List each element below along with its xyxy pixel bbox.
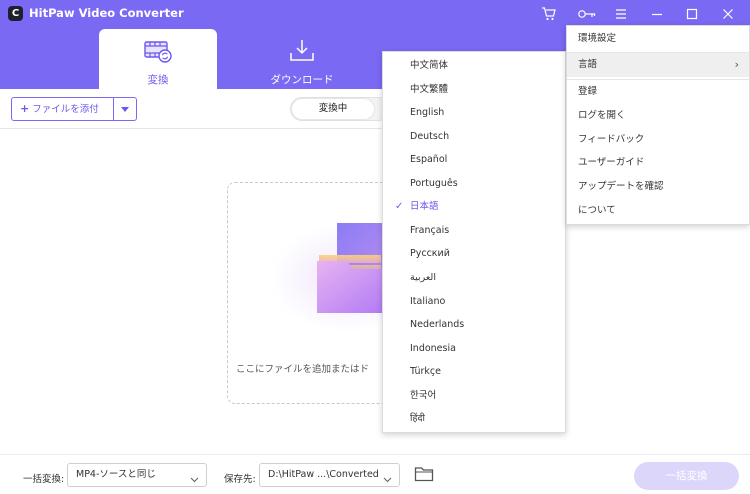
language-option[interactable]: العربية [383, 267, 565, 289]
app-title: HitPaw Video Converter [29, 6, 184, 20]
tab-convert[interactable]: 変換 [99, 29, 217, 89]
language-option[interactable]: Português [383, 173, 565, 195]
language-option[interactable]: Nederlands [383, 314, 565, 336]
menu-item-label: 言語 [578, 59, 598, 70]
chevron-down-icon [190, 471, 199, 486]
menu-item-register[interactable]: 登録 [567, 80, 749, 104]
download-tray-icon [287, 38, 317, 67]
menu-icon[interactable] [613, 6, 629, 22]
output-format-value: MP4-ソースと同じ [76, 469, 156, 480]
language-option[interactable]: Español [383, 149, 565, 171]
add-file-button[interactable]: + ファイルを添付 [12, 98, 113, 120]
bottom-bar: 一括変換: MP4-ソースと同じ 保存先: D:\HitPaw ...\Conv… [0, 454, 750, 494]
app-logo: C [8, 6, 23, 21]
language-option[interactable]: Français [383, 220, 565, 242]
language-option[interactable]: Italiano [383, 291, 565, 313]
settings-menu: 環境設定 言語 › 登録 ログを開く フィードバック ユーザーガイド アップデー… [566, 25, 750, 225]
language-option[interactable]: 中文简体 [383, 55, 565, 77]
output-format-select[interactable]: MP4-ソースと同じ [67, 463, 207, 487]
convert-all-button[interactable]: 一括変換 [634, 462, 739, 490]
key-icon[interactable] [577, 6, 597, 22]
language-option[interactable]: 한국어 [383, 385, 565, 407]
maximize-icon[interactable] [684, 6, 700, 22]
tab-label: ダウンロード [270, 74, 334, 86]
menu-item-feedback[interactable]: フィードバック [567, 128, 749, 152]
menu-item-language[interactable]: 言語 › [567, 53, 749, 77]
tab-download[interactable]: ダウンロード [243, 29, 361, 89]
menu-item-about[interactable]: について [567, 199, 749, 223]
tab-converting[interactable]: 変換中 [292, 99, 374, 119]
menu-item-preferences[interactable]: 環境設定 [567, 27, 749, 51]
status-segmented-control: 変換中 [290, 97, 390, 121]
language-submenu: 中文简体 中文繁體 English Deutsch Español Portug… [382, 51, 566, 433]
save-to-label: 保存先: [224, 474, 256, 485]
menu-item-open-log[interactable]: ログを開く [567, 104, 749, 128]
add-file-button-group: + ファイルを添付 [11, 97, 137, 121]
title-bar: C HitPaw Video Converter [0, 0, 750, 28]
close-icon[interactable] [720, 6, 736, 22]
add-file-dropdown[interactable] [114, 98, 137, 120]
tab-label: 変換 [147, 74, 169, 86]
language-option[interactable]: 中文繁體 [383, 79, 565, 101]
language-option[interactable]: English [383, 102, 565, 124]
language-option[interactable]: Indonesia [383, 338, 565, 360]
chevron-right-icon: › [734, 58, 739, 71]
language-option-label: 日本語 [410, 201, 439, 212]
cart-icon[interactable] [541, 6, 557, 22]
minimize-icon[interactable] [649, 6, 665, 22]
language-option[interactable]: Türkçe [383, 361, 565, 383]
plus-icon: + [20, 102, 30, 115]
language-option[interactable]: Deutsch [383, 126, 565, 148]
language-option[interactable]: हिंदी [383, 408, 565, 430]
open-folder-icon[interactable] [414, 466, 434, 485]
language-option[interactable]: Русский [383, 243, 565, 265]
chevron-down-icon [383, 471, 392, 486]
menu-item-user-guide[interactable]: ユーザーガイド [567, 151, 749, 175]
menu-item-check-update[interactable]: アップデートを確認 [567, 175, 749, 199]
save-path-select[interactable]: D:\HitPaw ...\Converted [259, 463, 400, 487]
add-file-label: ファイルを添付 [32, 104, 99, 115]
save-path-value: D:\HitPaw ...\Converted [268, 469, 379, 480]
checkmark-icon: ✓ [395, 201, 404, 212]
batch-convert-label: 一括変換: [23, 474, 65, 485]
convert-film-icon [143, 38, 173, 67]
drop-zone-hint: ここにファイルを追加またはド [236, 364, 370, 375]
folder-illustration-icon [313, 221, 393, 324]
language-option-selected[interactable]: ✓ 日本語 [383, 196, 565, 218]
